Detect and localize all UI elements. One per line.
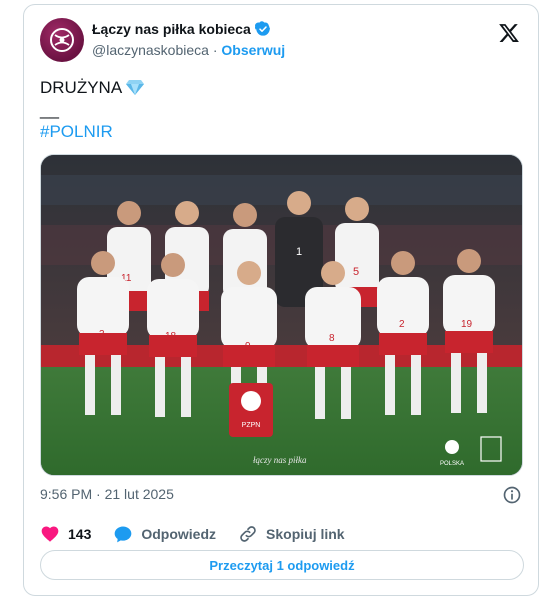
heart-icon <box>41 526 59 542</box>
copy-link-button[interactable]: Skopiuj link <box>238 524 345 544</box>
reply-bubble-icon <box>115 526 132 543</box>
link-icon <box>240 526 256 542</box>
player-number-2: 2 <box>399 319 405 330</box>
like-button[interactable]: 143 <box>40 524 91 544</box>
reply-label: Odpowiedz <box>141 526 217 542</box>
handle[interactable]: @laczynaskobieca <box>92 42 209 58</box>
team-photo[interactable]: 11 1 5 3 18 9 8 2 19 PZPN łączy nas piłk… <box>40 154 523 476</box>
tweet-actions: 143 Odpowiedz Skopiuj link <box>40 524 367 544</box>
brand-text: POLSKA <box>440 461 464 467</box>
gem-emoji-icon <box>126 80 145 95</box>
display-name[interactable]: Łączy nas piłka kobieca <box>92 21 251 37</box>
player-number-8: 8 <box>329 333 335 344</box>
player-number-5: 5 <box>353 266 359 278</box>
tweet-timestamp[interactable]: 9:56 PM · 21 lut 2025 <box>40 486 174 502</box>
reply-button[interactable]: Odpowiedz <box>113 524 216 544</box>
player-number-9: 9 <box>245 341 251 352</box>
meta-separator: · <box>96 486 101 502</box>
avatar[interactable] <box>40 18 84 62</box>
verified-badge-icon <box>254 21 270 36</box>
like-count: 143 <box>68 526 92 542</box>
follow-button[interactable]: Obserwuj <box>221 42 285 58</box>
info-icon[interactable] <box>502 485 522 505</box>
tweet-date: 21 lut 2025 <box>104 486 174 502</box>
pennant-text: PZPN <box>242 422 261 429</box>
x-logo-icon[interactable] <box>498 22 520 44</box>
tweet-card: Łączy nas piłka kobieca @laczynaskobieca… <box>23 4 539 596</box>
read-replies-button[interactable]: Przeczytaj 1 odpowiedź <box>40 550 524 580</box>
hashtag-link[interactable]: #POLNIR <box>40 121 144 143</box>
player-number-18: 18 <box>165 331 177 342</box>
separator-dot: · <box>212 42 218 58</box>
player-number-19: 19 <box>461 319 473 330</box>
tweet-line-2: __ <box>40 100 59 119</box>
player-number-3: 3 <box>99 329 105 340</box>
player-number-1: 1 <box>296 246 302 258</box>
pzpn-pennant: PZPN <box>229 383 273 437</box>
ball-logo-icon <box>50 28 74 52</box>
tweet-text: DRUŻYNA __ #POLNIR <box>40 77 145 143</box>
tweet-line-1: DRUŻYNA <box>40 78 123 97</box>
copy-link-label: Skopiuj link <box>266 526 345 542</box>
tweet-header: Łączy nas piłka kobieca @laczynaskobieca… <box>40 18 522 66</box>
photo-watermark: łączy nas piłka <box>253 455 307 465</box>
tweet-time: 9:56 PM <box>40 486 93 502</box>
